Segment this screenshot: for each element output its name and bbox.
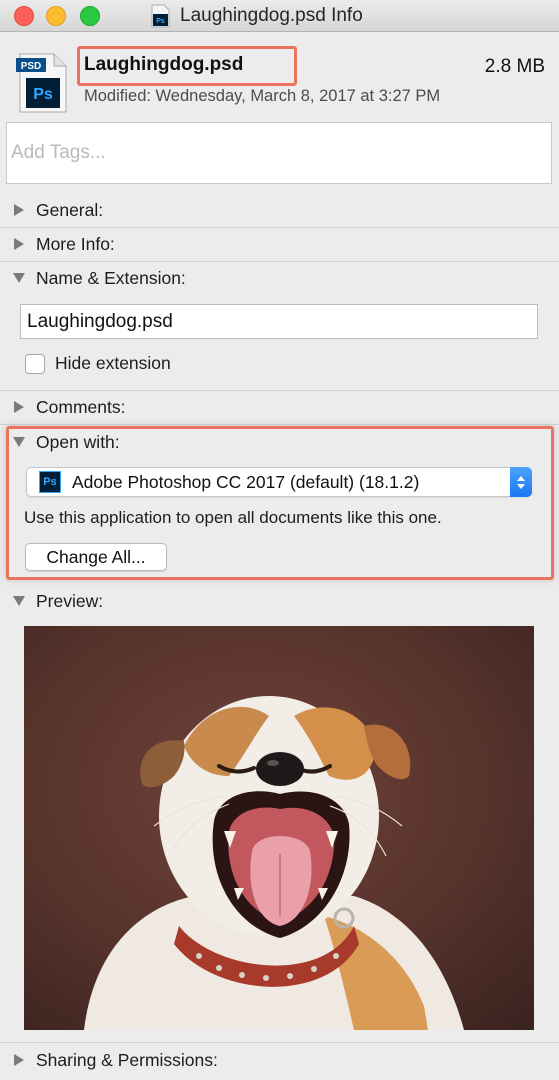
open-with-hint: Use this application to open all documen… — [24, 508, 442, 527]
section-name-extension[interactable]: Name & Extension: — [0, 261, 559, 295]
section-name-extension-label: Name & Extension: — [36, 267, 186, 288]
disclosure-right-icon[interactable] — [14, 401, 24, 413]
name-field-wrapper — [20, 304, 538, 339]
disclosure-right-icon[interactable] — [14, 238, 24, 250]
photoshop-icon: Ps — [39, 471, 61, 493]
select-stepper-icon[interactable] — [510, 467, 532, 497]
tags-input[interactable] — [7, 123, 551, 183]
section-comments[interactable]: Comments: — [0, 390, 559, 424]
disclosure-right-icon[interactable] — [14, 204, 24, 216]
section-general-label: General: — [36, 199, 104, 220]
section-sharing-label: Sharing & Permissions: — [36, 1049, 218, 1070]
psd-file-icon: Ps — [151, 4, 170, 28]
open-with-select[interactable]: Ps Adobe Photoshop CC 2017 (default) (18… — [26, 467, 532, 497]
window-title: Laughingdog.psd Info — [180, 5, 363, 26]
psd-document-icon: PSD Ps — [16, 53, 67, 113]
minimize-window-button[interactable] — [46, 6, 66, 26]
file-name: Laughingdog.psd — [84, 54, 244, 75]
svg-text:Ps: Ps — [156, 18, 165, 25]
hide-extension-row: Hide extension — [25, 353, 171, 374]
hide-extension-label: Hide extension — [55, 353, 171, 373]
title-bar: Ps Laughingdog.psd Info — [0, 0, 559, 32]
hide-extension-checkbox[interactable] — [25, 353, 45, 374]
section-comments-label: Comments: — [36, 396, 126, 417]
section-more-info[interactable]: More Info: — [0, 227, 559, 261]
disclosure-down-icon[interactable] — [13, 596, 25, 606]
window-title-group: Ps Laughingdog.psd Info — [148, 3, 363, 29]
modified-date: Modified: Wednesday, March 8, 2017 at 3:… — [84, 87, 441, 105]
psd-app-text: Ps — [33, 86, 53, 103]
section-preview[interactable]: Preview: — [0, 584, 559, 618]
section-preview-label: Preview: — [36, 590, 104, 611]
name-field[interactable] — [21, 305, 537, 338]
selected-app-name: Adobe Photoshop CC 2017 (default) (18.1.… — [72, 471, 420, 492]
zoom-window-button[interactable] — [80, 6, 100, 26]
file-size: 2.8 MB — [484, 56, 545, 77]
disclosure-down-icon[interactable] — [13, 273, 25, 283]
dog-photo — [24, 626, 534, 1030]
section-sharing-permissions[interactable]: Sharing & Permissions: — [0, 1043, 559, 1077]
section-general[interactable]: General: — [0, 193, 559, 227]
tags-area — [6, 122, 552, 184]
section-more-info-label: More Info: — [36, 233, 115, 254]
disclosure-down-icon[interactable] — [13, 437, 25, 447]
section-open-with-label: Open with: — [36, 431, 120, 452]
disclosure-right-icon[interactable] — [14, 1054, 24, 1066]
close-window-button[interactable] — [14, 6, 34, 26]
file-header: PSD Ps Laughingdog.psd 2.8 MB Modified: … — [0, 32, 559, 116]
change-all-button[interactable]: Change All... — [25, 543, 167, 571]
section-open-with[interactable]: Open with: — [0, 425, 559, 459]
preview-image — [24, 626, 534, 1030]
psd-badge-text: PSD — [21, 61, 42, 72]
